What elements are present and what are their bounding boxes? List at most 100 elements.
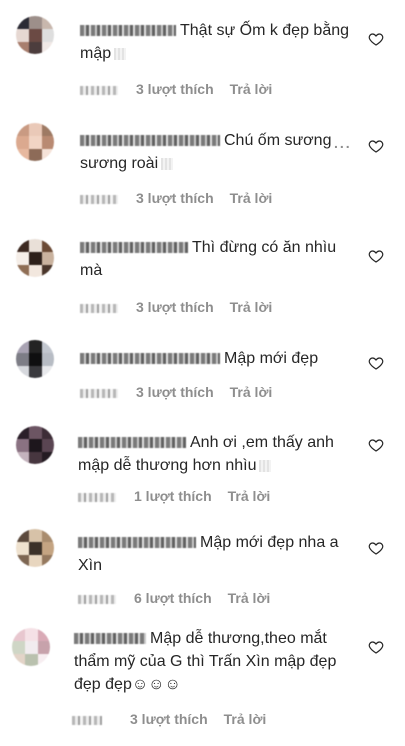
- likes-count[interactable]: 3 lượt thích: [136, 384, 214, 400]
- avatar-pixel: [42, 123, 54, 136]
- avatar-pixel: [38, 641, 50, 654]
- reply-button[interactable]: Trả lời: [230, 190, 273, 206]
- avatar-pixel: [16, 239, 29, 252]
- reply-button[interactable]: Trả lời: [228, 488, 271, 504]
- heart-icon[interactable]: [368, 31, 384, 47]
- likes-count[interactable]: 3 lượt thích: [136, 190, 214, 206]
- avatar[interactable]: [16, 16, 54, 54]
- avatar-pixel: [12, 641, 25, 654]
- redacted-text: [161, 157, 174, 170]
- reply-button[interactable]: Trả lời: [230, 384, 273, 400]
- avatar[interactable]: [16, 239, 54, 277]
- likes-count[interactable]: 3 lượt thích: [136, 81, 214, 97]
- avatar-pixel: [25, 654, 38, 666]
- comment-meta: 3 lượt thích Trả lời: [80, 81, 272, 97]
- avatar-pixel: [42, 42, 54, 54]
- avatar-pixel: [16, 529, 29, 542]
- avatar-pixel: [16, 353, 29, 366]
- avatar-pixel: [12, 654, 25, 666]
- avatar-pixel: [42, 16, 54, 29]
- avatar-pixel: [16, 252, 29, 265]
- username[interactable]: [74, 633, 146, 645]
- heart-icon[interactable]: [368, 138, 384, 154]
- avatar-pixel: [16, 452, 29, 464]
- avatar-pixel: [25, 641, 38, 654]
- avatar[interactable]: [16, 529, 54, 567]
- avatar-pixel: [42, 542, 54, 555]
- avatar-pixel: [16, 42, 29, 54]
- username[interactable]: [80, 135, 220, 147]
- timestamp: [80, 303, 118, 313]
- heart-icon[interactable]: [368, 437, 384, 453]
- comment-meta: 1 lượt thích Trả lời: [78, 488, 270, 504]
- comment-body: Mập dễ thương,theo mắt thẩm mỹ của G thì…: [74, 627, 356, 696]
- likes-count[interactable]: 3 lượt thích: [130, 711, 208, 727]
- avatar-pixel: [38, 654, 50, 666]
- reply-button[interactable]: Trả lời: [230, 81, 273, 97]
- avatar-pixel: [16, 29, 29, 42]
- comment-meta: 6 lượt thích Trả lời: [78, 590, 270, 606]
- avatar-pixel: [16, 366, 29, 378]
- avatar-pixel: [42, 239, 54, 252]
- avatar-pixel: [16, 149, 29, 161]
- avatar-pixel: [29, 265, 42, 277]
- reply-button[interactable]: Trả lời: [228, 590, 271, 606]
- heart-icon[interactable]: [368, 355, 384, 371]
- avatar-pixel: [16, 136, 29, 149]
- avatar-pixel: [42, 136, 54, 149]
- avatar-pixel: [16, 16, 29, 29]
- comment-item: Chú ốm sương sương roài ... 3 lượt thích…: [0, 105, 405, 215]
- comment-item: Thì đừng có ăn nhìu mà 3 lượt thích Trả l…: [0, 215, 405, 320]
- avatar[interactable]: [12, 628, 50, 666]
- heart-icon[interactable]: [368, 639, 384, 655]
- avatar[interactable]: [16, 340, 54, 378]
- avatar[interactable]: [16, 426, 54, 464]
- avatar-pixel: [42, 529, 54, 542]
- avatar-pixel: [42, 426, 54, 439]
- avatar-pixel: [42, 340, 54, 353]
- avatar-pixel: [29, 439, 42, 452]
- avatar-pixel: [25, 628, 38, 641]
- avatar-pixel: [29, 366, 42, 378]
- comment-meta: 3 lượt thích Trả lời: [80, 299, 272, 315]
- comment-text: Mập mới đẹp: [224, 350, 319, 367]
- avatar-pixel: [38, 628, 50, 641]
- avatar-pixel: [16, 340, 29, 353]
- comment-item: Mập dễ thương,theo mắt thẩm mỹ của G thì…: [0, 620, 405, 746]
- heart-icon[interactable]: [368, 248, 384, 264]
- avatar-pixel: [29, 123, 42, 136]
- username[interactable]: [80, 242, 188, 254]
- reply-button[interactable]: Trả lời: [230, 299, 273, 315]
- comment-body: Mập mới đẹp nha a Xìn: [78, 531, 350, 577]
- username[interactable]: [78, 437, 186, 449]
- heart-icon[interactable]: [368, 540, 384, 556]
- redacted-text: [259, 459, 272, 472]
- likes-count[interactable]: 1 lượt thích: [134, 488, 212, 504]
- avatar-pixel: [16, 123, 29, 136]
- avatar-pixel: [42, 439, 54, 452]
- avatar-pixel: [42, 29, 54, 42]
- avatar-pixel: [29, 340, 42, 353]
- avatar-pixel: [29, 136, 42, 149]
- avatar-pixel: [42, 366, 54, 378]
- comment-meta: 3 lượt thích Trả lời: [72, 711, 266, 727]
- avatar-pixel: [29, 149, 42, 161]
- reply-button[interactable]: Trả lời: [224, 711, 267, 727]
- username[interactable]: [78, 537, 196, 549]
- avatar-pixel: [42, 353, 54, 366]
- avatar[interactable]: [16, 123, 54, 161]
- timestamp: [78, 594, 116, 604]
- timestamp: [80, 388, 118, 398]
- comment-body: Thật sự Ốm k đẹp bằng mập: [80, 19, 350, 65]
- comment-body: Thì đừng có ăn nhìu mà: [80, 236, 350, 282]
- likes-count[interactable]: 6 lượt thích: [134, 590, 212, 606]
- username[interactable]: [80, 25, 176, 37]
- avatar-pixel: [16, 439, 29, 452]
- avatar-pixel: [29, 353, 42, 366]
- username[interactable]: [80, 353, 220, 365]
- likes-count[interactable]: 3 lượt thích: [136, 299, 214, 315]
- avatar-pixel: [29, 555, 42, 567]
- avatar-pixel: [16, 265, 29, 277]
- more-options-icon[interactable]: ...: [334, 135, 352, 151]
- avatar-pixel: [16, 426, 29, 439]
